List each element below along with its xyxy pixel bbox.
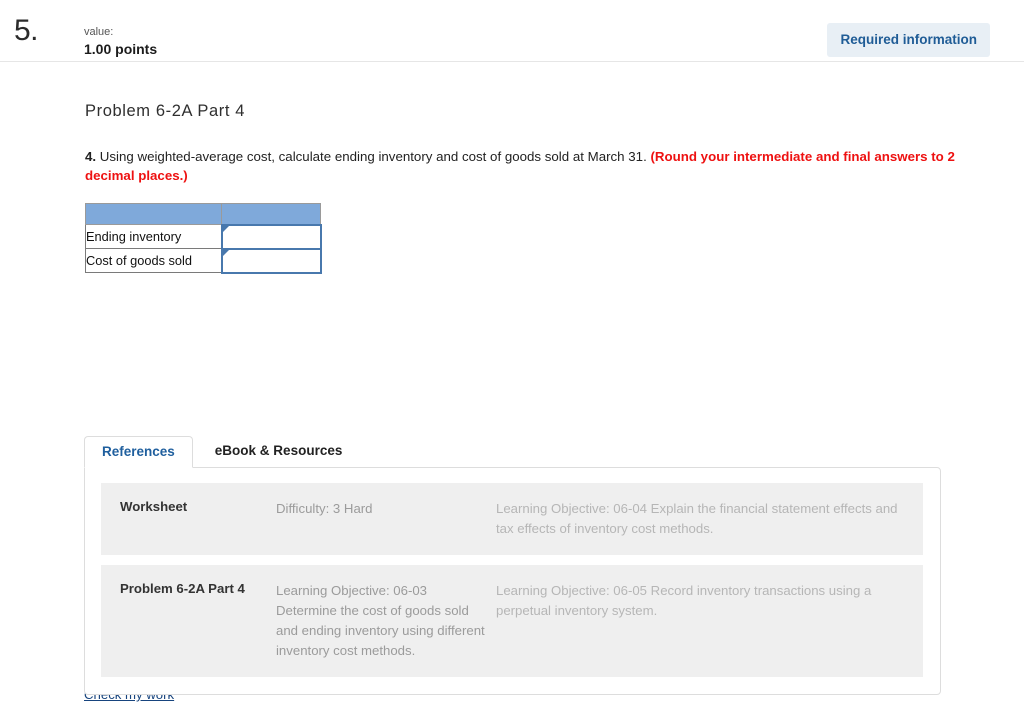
row-label-cost-of-goods-sold: Cost of goods sold <box>85 248 222 273</box>
question-number: 5. <box>14 14 39 47</box>
table-header-cell-label <box>85 203 222 225</box>
required-information-badge[interactable]: Required information <box>827 23 990 57</box>
question-header: 5. value: 1.00 points Required informati… <box>0 0 1024 62</box>
table-header-cell-value <box>221 203 321 225</box>
references-content-box: Worksheet Difficulty: 3 Hard Learning Ob… <box>84 467 941 696</box>
comment-flag-icon <box>222 249 229 256</box>
reference-learning-objective-secondary: Learning Objective: 06-03 Determine the … <box>276 583 485 659</box>
table-row: Ending inventory <box>85 223 322 250</box>
input-cell-ending-inventory[interactable] <box>220 223 322 250</box>
reference-learning-objective: Learning Objective: 06-04 Explain the fi… <box>496 501 898 537</box>
value-label: value: <box>84 26 114 38</box>
table-header-row <box>85 203 321 225</box>
table-row: Worksheet Difficulty: 3 Hard Learning Ob… <box>101 483 923 556</box>
reference-difficulty: Difficulty: 3 Hard <box>276 501 373 516</box>
answer-table: Ending inventory Cost of goods sold <box>85 203 322 274</box>
tab-references[interactable]: References <box>84 435 193 468</box>
table-row: Cost of goods sold <box>85 247 322 274</box>
reference-title: Problem 6-2A Part 4 <box>120 581 245 597</box>
value-points: 1.00 points <box>84 40 158 57</box>
question-item-number: 4. <box>85 149 97 164</box>
input-cell-cost-of-goods-sold[interactable] <box>220 247 322 274</box>
tab-ebook-and-resources[interactable]: eBook & Resources <box>197 435 361 468</box>
page-title: Problem 6-2A Part 4 <box>85 102 245 120</box>
question-text: 4. Using weighted-average cost, calculat… <box>85 147 1005 186</box>
tabs-row: References eBook & Resources <box>84 435 941 468</box>
reference-learning-objective: Learning Objective: 06-05 Record invento… <box>496 583 872 619</box>
row-label-ending-inventory: Ending inventory <box>85 224 222 249</box>
reference-title: Worksheet <box>120 499 188 514</box>
table-row: Problem 6-2A Part 4 Learning Objective: … <box>101 565 923 678</box>
references-panel: References eBook & Resources Worksheet D… <box>84 435 941 696</box>
comment-flag-icon <box>222 225 229 232</box>
question-value-block: value: 1.00 points <box>84 26 157 58</box>
question-statement: Using weighted-average cost, calculate e… <box>96 149 651 164</box>
